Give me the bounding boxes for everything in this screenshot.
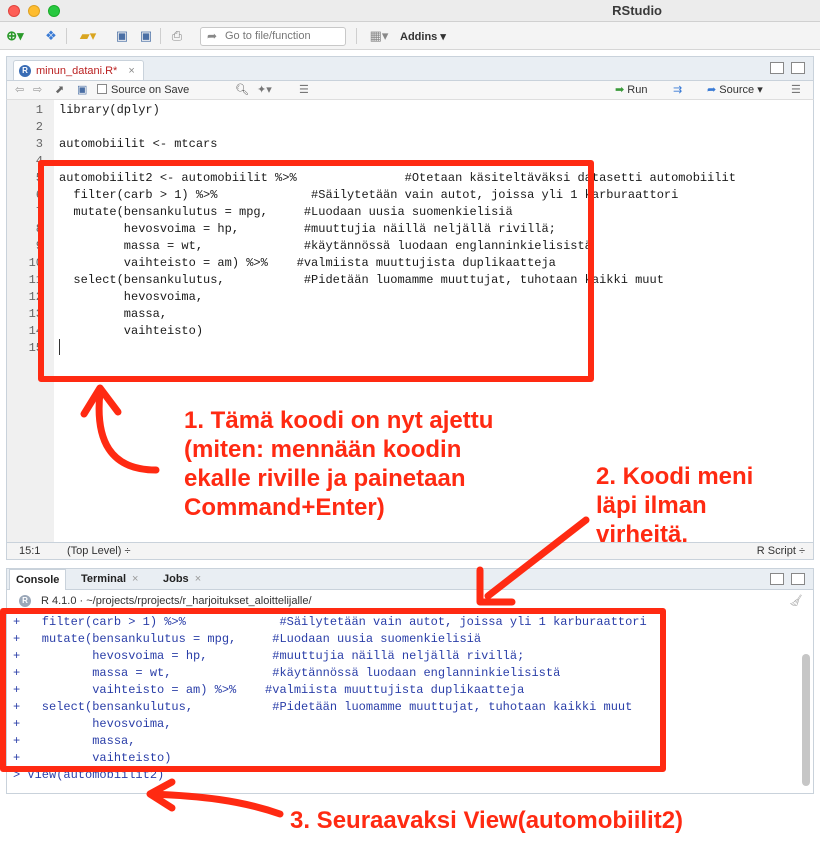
save-file-icon[interactable]: ▣ [77,83,87,98]
close-jobs-icon[interactable]: × [195,573,201,585]
code-text: library(dplyr) [59,103,160,117]
annotation-1: 1. Tämä koodi on nyt ajettu (miten: menn… [184,407,494,521]
arrow-3 [148,790,284,818]
new-project-icon[interactable]: ❖ [40,27,62,45]
cursor-position: 15:1 [19,545,41,557]
close-terminal-icon[interactable]: × [132,573,138,585]
file-tab-label: minun_datani.R* [36,65,118,77]
run-button[interactable]: ➡ Run [615,83,647,98]
open-file-icon[interactable]: ▰▾ [72,27,104,45]
close-tab-icon[interactable]: × [128,65,134,77]
zoom-window-button[interactable] [48,5,60,17]
source-on-save-toggle[interactable]: Source on Save [97,83,189,98]
code-highlight-box [38,160,594,382]
maximize-console-icon[interactable] [791,573,805,585]
print-icon[interactable]: ⎙ [168,27,186,45]
console-pane-buttons [766,573,805,588]
search-icon[interactable]: 🔍︎ [235,83,249,98]
source-on-save-checkbox[interactable] [97,84,107,94]
editor-pane-buttons [766,62,805,77]
close-window-button[interactable] [8,5,20,17]
line-number: 1 [35,103,43,117]
annotation-2: 2. Koodi meni läpi ilman virheitä. [596,463,754,548]
outline-icon[interactable]: ☰ [791,83,801,98]
run-arrow-icon: ➡ [615,84,625,96]
line-number: 2 [35,120,43,134]
r-logo-icon: R [19,595,31,607]
back-icon[interactable]: ⇦ [15,83,24,98]
main-toolbar: ⊕▾ ❖ ▰▾ ▣ ▣ ⎙ ➦ Go to file/function ▦▾ A… [0,22,820,50]
source-button[interactable]: ➦ Source ▾ [707,83,763,98]
title-bar: RStudio [0,0,820,22]
minimize-console-icon[interactable] [769,573,784,585]
editor-toolbar: ⇦ ⇨ ⬈ ▣ Source on Save 🔍︎ ✦▾ ☰ ➡ Run ⇉ ➦… [6,80,814,100]
minimize-pane-icon[interactable] [769,62,784,74]
console-scrollbar[interactable] [802,654,810,786]
window-title: RStudio [612,3,662,18]
code-tools-icon[interactable]: ✦▾ [257,83,272,98]
pane-layout-icon[interactable]: ▦▾ [364,27,394,45]
new-file-icon[interactable]: ⊕▾ [4,27,26,45]
minimize-window-button[interactable] [28,5,40,17]
tab-jobs[interactable]: Jobs × [157,569,207,590]
save-icon[interactable]: ▣ [114,27,130,45]
rerun-icon[interactable]: ⇉ [673,83,682,98]
file-tab[interactable]: R minun_datani.R* × [13,60,144,81]
scope-selector[interactable]: (Top Level) ÷ [67,543,131,559]
console-tab-bar: Console Terminal × Jobs × [6,568,814,590]
console-highlight-box [0,608,666,772]
go-to-arrow-icon: ➦ [207,29,218,43]
compile-report-icon[interactable]: ☰ [299,83,309,98]
clear-console-icon[interactable]: 🧹︎ [789,590,803,612]
source-arrow-icon: ➦ [707,84,717,96]
tab-console[interactable]: Console [9,569,67,590]
code-text: automobiilit <- mtcars [59,137,218,151]
file-type-selector[interactable]: R Script ÷ [757,543,805,559]
forward-icon[interactable]: ⇨ [33,83,42,98]
show-in-window-icon[interactable]: ⬈ [55,83,64,98]
maximize-pane-icon[interactable] [791,62,805,74]
annotation-3: 3. Seuraavaksi View(automobiilit2) [290,807,684,834]
editor-tab-bar: R minun_datani.R* × [6,56,814,81]
addins-menu[interactable]: Addins ▾ [400,30,446,43]
go-to-file-input[interactable]: ➦ Go to file/function [200,27,346,46]
tab-terminal[interactable]: Terminal × [75,569,144,590]
r-file-icon: R [19,65,31,77]
line-number: 3 [35,137,43,151]
save-all-icon[interactable]: ▣ [138,27,154,45]
